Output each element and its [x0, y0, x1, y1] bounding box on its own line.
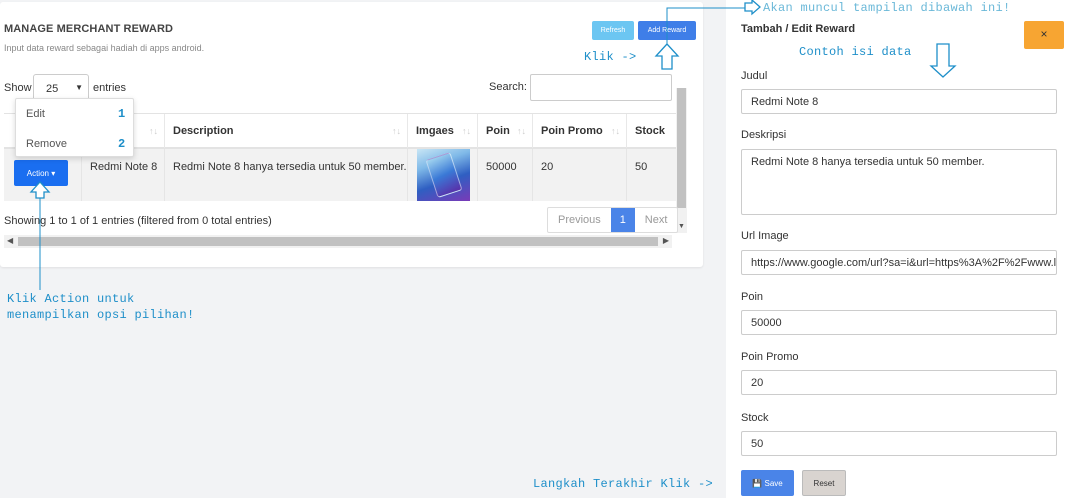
column-header-label: Stock	[635, 125, 665, 137]
column-header-stock[interactable]: Stock	[626, 114, 676, 148]
cell-poin-promo: 20	[532, 149, 626, 201]
poin-label: Poin	[741, 291, 764, 303]
dropdown-item-edit[interactable]: Edit	[26, 108, 45, 120]
judul-label: Judul	[741, 70, 768, 82]
table-info: Showing 1 to 1 of 1 entries (filtered fr…	[4, 215, 272, 227]
scroll-down-icon[interactable]: ▼	[678, 223, 685, 230]
product-thumbnail	[417, 149, 470, 201]
scroll-right-icon[interactable]: ▶	[663, 236, 669, 245]
entries-label: entries	[93, 82, 127, 94]
poin-field[interactable]: 50000	[741, 310, 1057, 335]
deskripsi-textarea[interactable]: Redmi Note 8 hanya tersedia untuk 50 mem…	[741, 149, 1057, 215]
sort-icon: ↑↓	[462, 126, 471, 136]
cell-stock: 50	[626, 149, 676, 201]
pagination-page-1[interactable]: 1	[610, 208, 635, 232]
column-header-images[interactable]: Imgaes ↑↓	[407, 114, 477, 148]
column-header-label: Poin	[486, 125, 510, 137]
sort-icon: ↑↓	[149, 126, 158, 136]
deskripsi-label: Deskripsi	[741, 129, 787, 141]
refresh-button[interactable]: Refresh	[592, 21, 634, 40]
add-reward-button[interactable]: Add Reward	[638, 21, 696, 40]
reward-card: MANAGE MERCHANT REWARD Input data reward…	[0, 2, 703, 267]
annotation-contoh: Contoh isi data	[799, 45, 912, 59]
annotation-last: Langkah Terakhir Klik ->	[533, 477, 714, 491]
column-header-poin[interactable]: Poin ↑↓	[477, 114, 532, 148]
reset-button[interactable]: Reset	[802, 470, 846, 496]
pagination-previous[interactable]: Previous	[548, 208, 611, 232]
reward-form-panel: Tambah / Edit Reward × Judul Redmi Note …	[726, 0, 1067, 498]
page-title: MANAGE MERCHANT REWARD	[4, 23, 174, 35]
horizontal-scrollbar[interactable]: ◀ ▶	[4, 235, 672, 248]
judul-field[interactable]: Redmi Note 8	[741, 89, 1057, 114]
action-button[interactable]: Action ▾	[14, 160, 68, 186]
page-size-value: 25	[46, 83, 59, 95]
close-icon[interactable]: ×	[1024, 21, 1064, 49]
form-title: Tambah / Edit Reward	[741, 23, 856, 35]
annotation-top: Akan muncul tampilan dibawah ini!	[763, 1, 1011, 15]
poin-promo-label: Poin Promo	[741, 351, 799, 363]
pagination-next[interactable]: Next	[635, 208, 678, 232]
column-header-label: Imgaes	[416, 125, 454, 137]
url-image-label: Url Image	[741, 230, 789, 242]
action-dropdown: Edit 1 Remove 2	[15, 98, 134, 157]
save-icon: 💾	[752, 478, 763, 488]
column-header-poin-promo[interactable]: Poin Promo ↑↓	[532, 114, 626, 148]
cell-description: Redmi Note 8 hanya tersedia untuk 50 mem…	[164, 149, 407, 201]
scrollbar-thumb[interactable]	[18, 237, 658, 246]
scrollbar-thumb[interactable]	[677, 88, 686, 208]
search-input[interactable]	[530, 74, 672, 101]
poin-promo-field[interactable]: 20	[741, 370, 1057, 395]
stock-field[interactable]: 50	[741, 431, 1057, 456]
sort-icon: ↑↓	[611, 126, 620, 136]
annotation-number: 1	[118, 107, 126, 121]
annotation-klik: Klik ->	[584, 50, 637, 64]
pagination: Previous 1 Next	[547, 207, 679, 233]
stock-label: Stock	[741, 412, 769, 424]
cell-image	[407, 149, 477, 201]
cell-poin: 50000	[477, 149, 532, 201]
column-header-label: Poin Promo	[541, 125, 603, 137]
search-label: Search:	[489, 81, 527, 93]
annotation-action-line1: Klik Action untuk	[7, 292, 135, 306]
save-button[interactable]: 💾 Save	[741, 470, 794, 496]
sort-icon: ↑↓	[517, 126, 526, 136]
url-image-field[interactable]: https://www.google.com/url?sa=i&url=http…	[741, 250, 1057, 275]
page-subtitle: Input data reward sebagai hadiah di apps…	[4, 43, 205, 53]
column-header-label: Description	[173, 125, 234, 137]
caret-down-icon: ▼	[75, 83, 83, 92]
show-label: Show	[4, 82, 32, 94]
sort-icon: ↑↓	[392, 126, 401, 136]
scroll-left-icon[interactable]: ◀	[7, 236, 13, 245]
dropdown-item-remove[interactable]: Remove	[26, 138, 67, 150]
annotation-action-line2: menampilkan opsi pilihan!	[7, 308, 195, 322]
column-header-description[interactable]: Description ↑↓	[164, 114, 407, 148]
annotation-number: 2	[118, 137, 126, 151]
